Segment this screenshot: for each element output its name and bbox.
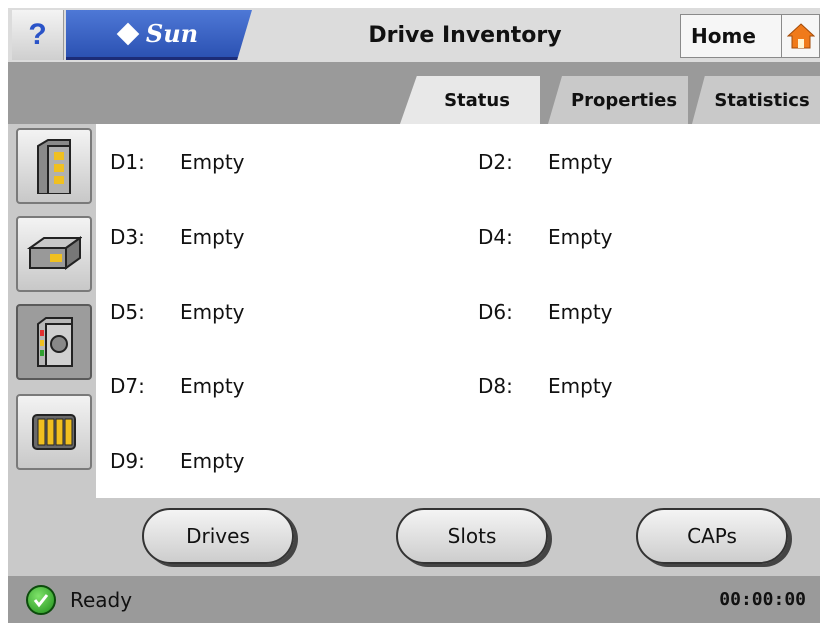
home-label: Home (691, 24, 756, 48)
drive-status: Empty (548, 374, 613, 398)
status-bar: Ready 00:00:00 (8, 576, 820, 623)
tab-bar: Status Properties Statistics (8, 62, 820, 124)
drive-id: D4: (478, 225, 513, 249)
sun-logo: Sun (66, 10, 252, 60)
drive-id: D8: (478, 374, 513, 398)
caps-button[interactable]: CAPs (636, 508, 788, 564)
drives-button[interactable]: Drives (142, 508, 294, 564)
drive-row-d2: D2: Empty (478, 150, 613, 174)
tab-properties[interactable]: Properties (548, 76, 688, 124)
slots-button-label: Slots (447, 524, 497, 548)
clock: 00:00:00 (719, 589, 806, 610)
sun-diamond-icon (116, 22, 140, 45)
drive-id: D6: (478, 300, 513, 324)
drive-row-d5: D5: Empty (110, 300, 245, 324)
drive-id: D7: (110, 374, 145, 398)
drive-id: D3: (110, 225, 145, 249)
drive-status: Empty (180, 225, 245, 249)
page-title: Drive Inventory (368, 22, 562, 48)
drive-row-d1: D1: Empty (110, 150, 245, 174)
action-button-bar: Drives Slots CAPs (8, 498, 820, 576)
drive-row-d9: D9: Empty (110, 449, 245, 473)
library-tower-icon (37, 139, 71, 194)
drive-status: Empty (548, 225, 613, 249)
drive-status: Empty (180, 374, 245, 398)
drive-id: D9: (110, 449, 145, 473)
drive-id: D1: (110, 150, 145, 174)
help-button[interactable]: ? (12, 10, 64, 60)
tab-status-label: Status (444, 89, 510, 111)
library-view-button[interactable] (16, 128, 92, 204)
home-button[interactable]: Home (680, 14, 782, 58)
brand-name: Sun (145, 19, 199, 48)
tool-column (8, 124, 96, 498)
drives-button-label: Drives (186, 524, 250, 548)
drive-row-d4: D4: Empty (478, 225, 613, 249)
drive-id: D5: (110, 300, 145, 324)
caps-button-label: CAPs (687, 524, 737, 548)
drive-row-d6: D6: Empty (478, 300, 613, 324)
drive-status: Empty (548, 150, 613, 174)
slots-button[interactable]: Slots (396, 508, 548, 564)
tab-status[interactable]: Status (400, 76, 540, 124)
tab-properties-label: Properties (570, 89, 678, 111)
drive-row-d8: D8: Empty (478, 374, 613, 398)
drive-row-d7: D7: Empty (110, 374, 245, 398)
help-icon: ? (28, 18, 47, 51)
drive-status: Empty (180, 300, 245, 324)
tab-statistics[interactable]: Statistics (692, 76, 820, 124)
drive-unit-icon (26, 236, 82, 270)
drive-row-d3: D3: Empty (110, 225, 245, 249)
home-icon (786, 23, 815, 49)
drive-status: Empty (180, 449, 245, 473)
cartridge-rack-button[interactable] (16, 394, 92, 470)
drive-status: Empty (180, 150, 245, 174)
drive-unit-button[interactable] (16, 216, 92, 292)
tape-drive-button[interactable] (16, 304, 92, 380)
drive-status: Empty (548, 300, 613, 324)
home-icon-button[interactable] (782, 14, 820, 58)
tab-statistics-label: Statistics (714, 89, 810, 111)
drive-status-panel: D1: Empty D2: Empty D3: Empty D4: Empty … (96, 124, 820, 498)
drive-id: D2: (478, 150, 513, 174)
check-icon (26, 584, 56, 615)
tape-drive-icon (37, 317, 73, 367)
status-text: Ready (70, 587, 133, 612)
cartridge-rack-icon (32, 414, 76, 450)
